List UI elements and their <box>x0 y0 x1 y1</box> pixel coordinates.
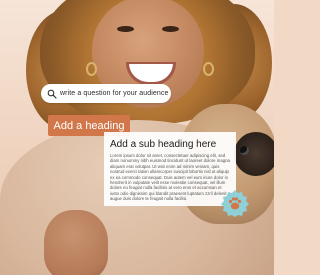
eye-left <box>117 26 134 32</box>
question-search-bar[interactable]: write a question for your audience <box>41 84 171 103</box>
earring-right <box>203 62 214 76</box>
earring-left <box>86 62 97 76</box>
smile <box>126 62 176 85</box>
paw-badge <box>220 189 250 217</box>
dog-face <box>234 132 274 176</box>
eye-right <box>162 26 179 32</box>
dog-eye <box>240 146 249 155</box>
card-body-text[interactable]: Lorem ipsum dolor sit amet, consectetuer… <box>110 153 230 202</box>
search-text: write a question for your audience <box>60 90 169 97</box>
paw-icon <box>221 190 249 217</box>
content-card[interactable]: Add a sub heading here Lorem ipsum dolor… <box>104 132 236 206</box>
search-icon <box>47 88 57 100</box>
hand <box>44 210 108 275</box>
card-subheading[interactable]: Add a sub heading here <box>110 139 230 150</box>
